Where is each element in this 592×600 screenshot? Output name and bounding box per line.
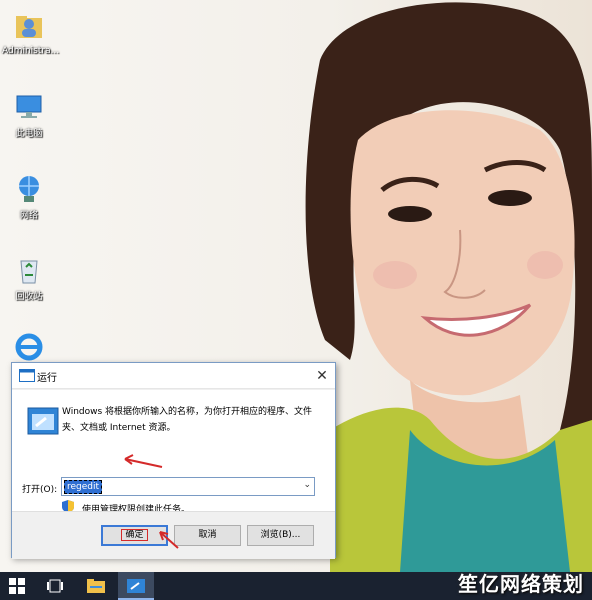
file-explorer-button[interactable] — [78, 572, 114, 600]
folder-icon — [87, 579, 105, 593]
task-view-button[interactable] — [38, 572, 74, 600]
start-button[interactable] — [0, 572, 36, 600]
windows-logo-icon — [9, 578, 25, 594]
run-app-icon — [127, 579, 145, 593]
annotation-arrows — [124, 454, 179, 549]
run-taskbar-button[interactable] — [118, 572, 154, 600]
task-view-icon — [47, 579, 63, 593]
watermark-text: 笙亿网络策划 — [458, 572, 584, 596]
